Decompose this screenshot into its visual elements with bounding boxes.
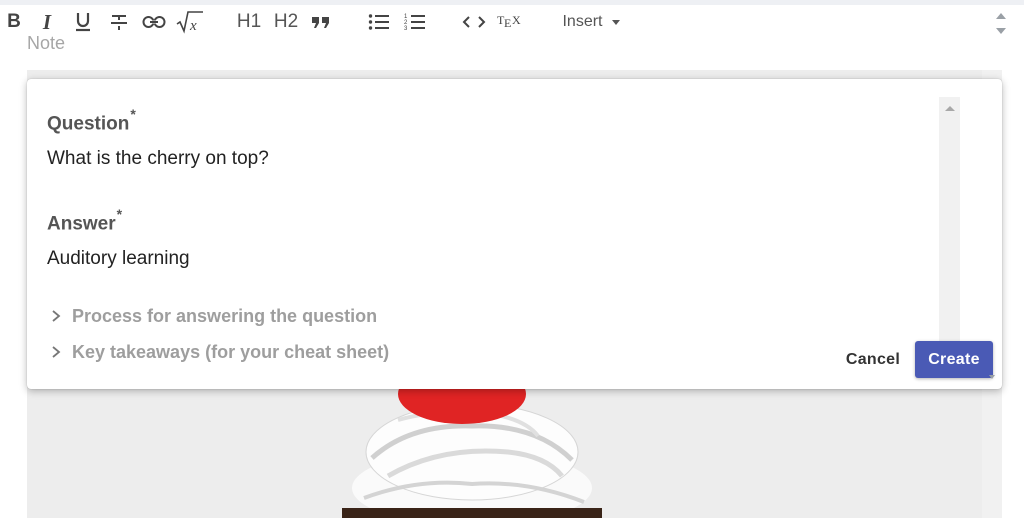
takeaways-expander[interactable]: Key takeaways (for your cheat sheet): [51, 340, 389, 364]
dialog-scroll-up-icon[interactable]: [945, 106, 955, 111]
italic-button[interactable]: I: [36, 8, 58, 36]
create-button[interactable]: Create: [915, 341, 993, 378]
unordered-list-button[interactable]: [366, 8, 392, 36]
question-label-text: Question: [47, 113, 130, 135]
strikethrough-icon: [111, 15, 127, 30]
numbered-list-icon: 1 2 3: [404, 14, 425, 32]
quote-icon: [312, 17, 329, 28]
code-icon: [462, 16, 486, 28]
question-input[interactable]: What is the cherry on top?: [47, 148, 269, 170]
link-icon: [142, 16, 166, 28]
chevron-right-icon: [52, 310, 61, 322]
formatting-toolbar: B I x H1 H2 1 2 3 T E X Insert: [0, 5, 1024, 41]
dialog-scrollbar[interactable]: [939, 97, 960, 369]
takeaways-expander-label: Key takeaways (for your cheat sheet): [72, 341, 390, 362]
h2-label: H2: [273, 11, 299, 32]
bold-button[interactable]: B: [4, 8, 24, 36]
svg-text:X: X: [512, 13, 521, 27]
chevron-right-icon: [52, 346, 61, 358]
ordered-list-button[interactable]: 1 2 3: [402, 8, 428, 36]
h1-button[interactable]: H1: [234, 8, 264, 36]
strikethrough-button[interactable]: [107, 8, 131, 36]
caret-down-icon: [611, 19, 620, 25]
insert-label: Insert: [562, 13, 603, 30]
svg-text:x: x: [189, 18, 197, 34]
process-expander-label: Process for answering the question: [72, 305, 378, 326]
h1-label: H1: [236, 11, 262, 32]
page-scrollbar[interactable]: [989, 5, 1013, 41]
insert-dropdown[interactable]: Insert: [556, 8, 626, 36]
dialog-scroll-down-icon[interactable]: [989, 375, 995, 379]
scroll-up-icon[interactable]: [996, 13, 1006, 19]
cancel-button[interactable]: Cancel: [833, 341, 913, 378]
svg-text:3: 3: [404, 26, 408, 32]
question-required-mark: *: [130, 106, 136, 122]
tex-icon: T E X: [497, 13, 521, 30]
bullet-list-icon: [368, 14, 389, 30]
svg-text:E: E: [504, 16, 511, 30]
sqrt-x-icon: x: [176, 11, 203, 34]
tex-button[interactable]: T E X: [495, 8, 525, 36]
formula-button[interactable]: x: [176, 8, 204, 36]
bold-icon: B: [7, 11, 21, 32]
page: B I x H1 H2 1 2 3 T E X Insert Note Ques…: [0, 0, 1024, 518]
note-label: Note: [27, 36, 66, 52]
answer-input[interactable]: Auditory learning: [47, 248, 190, 270]
blockquote-button[interactable]: [308, 8, 334, 36]
answer-label-text: Answer: [47, 213, 116, 235]
italic-icon: I: [42, 9, 52, 34]
link-button[interactable]: [141, 8, 167, 36]
answer-required-mark: *: [116, 206, 123, 222]
h2-button[interactable]: H2: [270, 8, 302, 36]
code-button[interactable]: [460, 8, 488, 36]
cupcake-image: [342, 380, 602, 518]
process-expander[interactable]: Process for answering the question: [51, 304, 377, 328]
underline-icon: [76, 13, 90, 32]
create-card-dialog: Question* What is the cherry on top? Ans…: [27, 79, 1002, 389]
underline-button[interactable]: [72, 8, 94, 36]
question-label: Question*: [47, 106, 136, 135]
scroll-down-icon[interactable]: [996, 28, 1006, 34]
answer-label: Answer*: [47, 206, 123, 235]
